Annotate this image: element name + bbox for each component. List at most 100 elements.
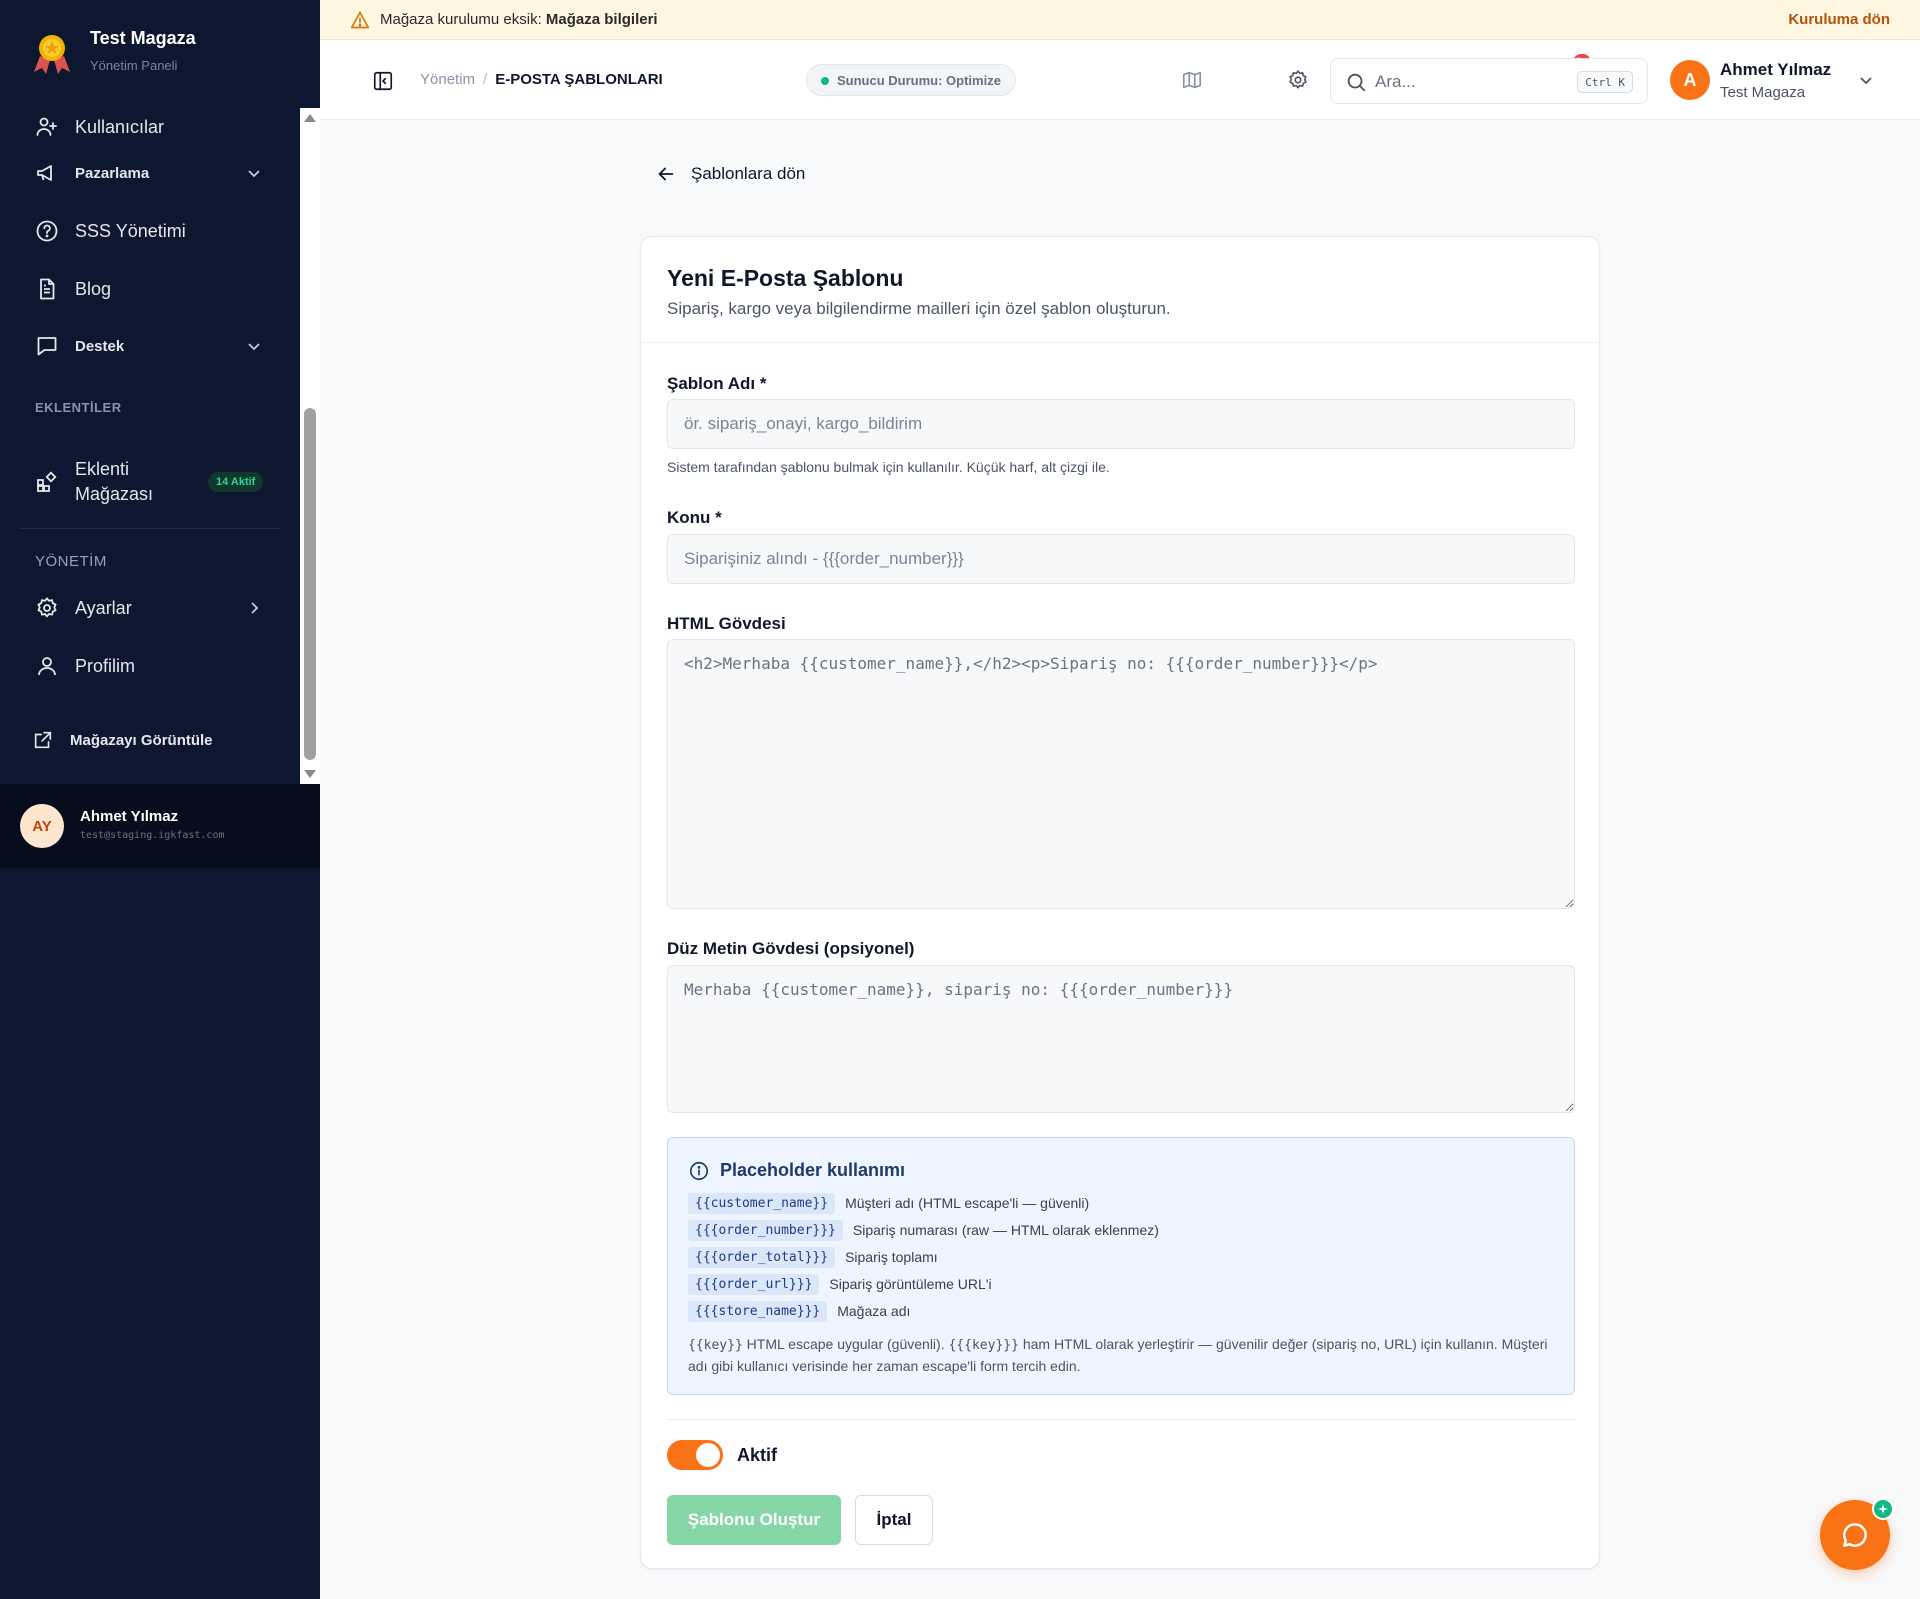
topbar-user-name[interactable]: Ahmet Yılmaz xyxy=(1720,60,1831,80)
sidebar-item-label: Kullanıcılar xyxy=(75,116,165,137)
plugin-store-line1: Eklenti xyxy=(75,459,130,479)
create-template-button[interactable]: Şablonu Oluştur xyxy=(667,1495,841,1545)
settings-gear-icon[interactable] xyxy=(1286,68,1310,92)
search-input[interactable] xyxy=(1375,69,1565,95)
cancel-button[interactable]: İptal xyxy=(855,1495,933,1545)
chat-bubble-icon xyxy=(1842,1523,1867,1547)
html-body-textarea[interactable] xyxy=(667,639,1575,909)
back-to-templates-link[interactable]: Şablonlara dön xyxy=(655,160,805,188)
placeholder-desc: Müşteri adı (HTML escape'li — güvenli) xyxy=(845,1195,1090,1211)
placeholder-desc: Sipariş görüntüleme URL'i xyxy=(829,1276,992,1292)
plain-text-body-textarea[interactable] xyxy=(667,965,1575,1113)
template-name-help: Sistem tarafından şablonu bulmak için ku… xyxy=(667,459,1110,475)
arrow-left-icon xyxy=(658,167,674,181)
sidebar-toggle-icon[interactable] xyxy=(372,70,394,92)
active-toggle-label: Aktif xyxy=(737,1445,777,1465)
plain-text-body-label: Düz Metin Gövdesi (opsiyonel) xyxy=(667,939,915,958)
sidebar-item-users[interactable]: Kullanıcılar xyxy=(0,108,300,152)
external-link-icon xyxy=(30,727,56,753)
sidebar-item-label: Eklenti Mağazası xyxy=(75,457,153,507)
topbar: Yönetim / E-POSTA ŞABLONLARI Sunucu Durumu… xyxy=(320,40,1920,120)
help-circle-icon xyxy=(34,218,60,244)
banner-missing-item: Mağaza bilgileri xyxy=(545,11,658,28)
placeholder-row: {{{order_number}}} Sipariş numarası (raw… xyxy=(688,1219,1159,1241)
placeholder-desc: Sipariş toplamı xyxy=(845,1249,938,1265)
breadcrumb-root[interactable]: Yönetim xyxy=(420,71,475,88)
view-store-label: Mağazayı Görüntüle xyxy=(70,731,213,749)
placeholder-info-box: Placeholder kullanımı {{customer_name}} … xyxy=(667,1137,1575,1395)
html-body-label: HTML Gövdesi xyxy=(667,614,786,633)
placeholder-desc: Sipariş numarası (raw — HTML olarak ekle… xyxy=(852,1222,1159,1238)
server-status-text: Sunucu Durumu: Optimize xyxy=(837,72,1001,88)
sidebar: Test Magaza Yönetim Paneli Kullanıcılar … xyxy=(0,0,320,1599)
sidebar-item-faq[interactable]: SSS Yönetimi xyxy=(0,206,300,256)
scroll-up-arrow[interactable] xyxy=(304,114,316,122)
sparkle-icon xyxy=(1878,1504,1888,1514)
sidebar-item-label: Destek xyxy=(75,337,125,355)
users-icon xyxy=(34,114,60,140)
info-icon xyxy=(689,1161,709,1181)
setup-warning-banner: Mağaza kurulumu eksik: Mağaza bilgileri … xyxy=(320,0,1920,40)
subject-label: Konu * xyxy=(667,508,722,527)
warning-icon xyxy=(350,11,370,29)
form-divider xyxy=(667,1419,1575,1420)
brand[interactable]: Test Magaza Yönetim Paneli xyxy=(0,0,320,108)
sidebar-item-settings[interactable]: Ayarlar xyxy=(0,583,300,633)
placeholder-row: {{{order_url}}} Sipariş görüntüleme URL'… xyxy=(688,1273,992,1295)
sidebar-user[interactable]: AY Ahmet Yılmaz test@staging.igkfast.com xyxy=(0,784,320,868)
sidebar-item-label: SSS Yönetimi xyxy=(75,220,186,241)
scroll-thumb[interactable] xyxy=(304,408,316,760)
scroll-down-arrow[interactable] xyxy=(304,770,316,778)
template-name-input[interactable] xyxy=(667,399,1575,449)
map-icon[interactable] xyxy=(1180,68,1204,92)
placeholder-code: {{{order_total}}} xyxy=(688,1246,836,1268)
online-indicator xyxy=(1872,1498,1894,1520)
sidebar-item-support[interactable]: Destek xyxy=(0,321,300,371)
placeholder-info-title: Placeholder kullanımı xyxy=(720,1160,906,1180)
card-header: Yeni E-Posta Şablonu Sipariş, kargo veya… xyxy=(641,237,1599,343)
back-link-label: Şablonlara dön xyxy=(691,164,806,183)
sidebar-item-marketing[interactable]: Pazarlama xyxy=(0,148,300,198)
search-icon xyxy=(1347,73,1366,92)
sidebar-item-label: Blog xyxy=(75,278,112,299)
avatar[interactable]: A xyxy=(1670,60,1710,100)
section-label-admin: YÖNETİM xyxy=(35,553,107,570)
sidebar-item-profile[interactable]: Profilim xyxy=(0,641,300,691)
server-status-badge: Sunucu Durumu: Optimize xyxy=(806,64,1016,96)
brand-title: Test Magaza xyxy=(90,28,196,48)
user-icon xyxy=(34,653,60,679)
placeholder-row: {{customer_name}} Müşteri adı (HTML esca… xyxy=(688,1192,1089,1214)
chevron-down-icon[interactable] xyxy=(1856,70,1876,90)
placeholder-note: {{key}} HTML escape uygular (güvenli). {… xyxy=(688,1334,1558,1377)
sidebar-item-label: Profilim xyxy=(75,655,136,676)
breadcrumb-current: E-POSTA ŞABLONLARI xyxy=(495,71,663,88)
brand-subtitle: Yönetim Paneli xyxy=(90,58,178,73)
placeholder-row: {{{store_name}}} Mağaza adı xyxy=(688,1300,910,1322)
subject-input[interactable] xyxy=(667,534,1575,584)
sidebar-item-plugin-store[interactable]: Eklenti Mağazası 14 Aktif xyxy=(0,446,300,518)
avatar: AY xyxy=(20,804,64,848)
sidebar-item-blog[interactable]: Blog xyxy=(0,264,300,314)
page-description: Sipariş, kargo veya bilgilendirme maille… xyxy=(667,299,1171,318)
sidebar-scrollbar[interactable] xyxy=(300,108,320,784)
note-code-raw: {{{key}}} xyxy=(948,1338,1019,1353)
grid-plus-icon xyxy=(34,469,60,495)
medal-icon xyxy=(34,35,70,74)
template-name-label: Şablon Adı * xyxy=(667,374,767,393)
topbar-user-store: Test Magaza xyxy=(1720,84,1806,101)
gear-icon xyxy=(34,595,60,621)
chevron-right-icon xyxy=(251,602,259,614)
return-to-setup-link[interactable]: Kuruluma dön xyxy=(1788,11,1890,28)
megaphone-icon xyxy=(34,160,60,186)
sidebar-item-label: Ayarlar xyxy=(75,597,132,618)
banner-text: Mağaza kurulumu eksik: Mağaza bilgileri xyxy=(380,11,658,28)
view-store-link[interactable]: Mağazayı Görüntüle xyxy=(0,715,300,765)
placeholder-row: {{{order_total}}} Sipariş toplamı xyxy=(688,1246,938,1268)
sidebar-item-label: Pazarlama xyxy=(75,164,150,182)
placeholder-desc: Mağaza adı xyxy=(837,1303,911,1319)
search-box[interactable]: Ctrl K xyxy=(1330,58,1648,104)
placeholder-code: {{{store_name}}} xyxy=(688,1300,828,1322)
document-icon xyxy=(34,276,60,302)
message-square-icon xyxy=(34,333,60,359)
active-toggle[interactable] xyxy=(667,1440,723,1470)
